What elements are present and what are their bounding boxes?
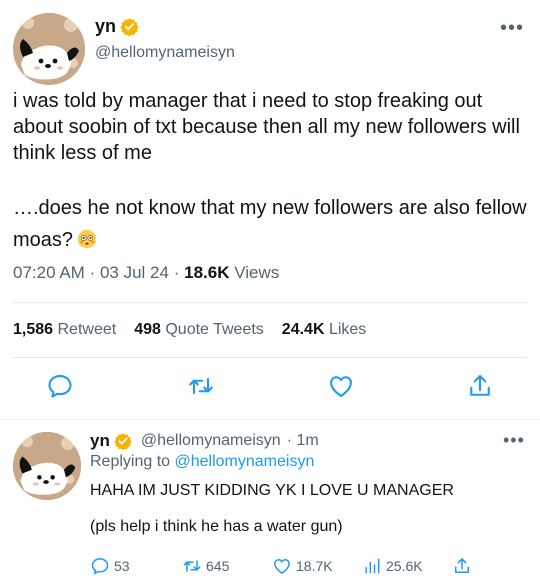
tweet-text-paragraph-2: ….does he not know that my new followers…	[13, 192, 533, 256]
main-tweet: yn @hellomynameisyn ••• i was told by ma…	[0, 0, 540, 420]
more-options-icon[interactable]: •••	[503, 430, 525, 451]
reply-header: yn @hellomynameisyn · 1m	[90, 431, 319, 451]
reply-actions: 53 645 18.7K 25.6K	[90, 556, 530, 580]
engagement-stats: 1,586 Retweet 498 Quote Tweets 24.4K Lik…	[13, 321, 366, 339]
reply-icon	[90, 556, 110, 576]
avatar[interactable]	[13, 13, 85, 85]
verified-badge-icon	[114, 432, 133, 451]
verified-badge-icon	[120, 17, 139, 37]
replying-to-label: Replying to	[90, 453, 171, 470]
reply-text-line-1: HAHA IM JUST KIDDING YK I LOVE U MANAGER	[90, 482, 454, 499]
author-handle[interactable]: @hellomynameisyn	[95, 44, 235, 62]
author-name-row: yn	[95, 16, 139, 37]
reply-author-handle[interactable]: @hellomynameisyn	[141, 432, 281, 450]
reply-text-line-2: (pls help i think he has a water gun)	[90, 518, 343, 535]
tweet-time[interactable]: 07:20 AM	[13, 263, 85, 282]
quotes-count: 498	[134, 321, 161, 338]
reply-reply-button[interactable]: 53	[90, 556, 130, 576]
divider	[13, 302, 527, 303]
views-count: 25.6K	[386, 558, 423, 574]
replying-to-handle[interactable]: @hellomynameisyn	[175, 453, 315, 470]
meta-separator: ·	[173, 263, 180, 282]
reply-author-name[interactable]: yn	[90, 431, 110, 451]
author-name[interactable]: yn	[95, 16, 116, 37]
quotes-label: Quote Tweets	[165, 321, 264, 338]
more-options-icon[interactable]: •••	[500, 18, 524, 38]
tweet-date[interactable]: 03 Jul 24	[100, 263, 169, 282]
like-icon	[272, 556, 292, 576]
divider	[13, 357, 527, 358]
likes-label: Likes	[328, 321, 367, 338]
views-count[interactable]: 18.6K	[184, 263, 229, 282]
like-icon[interactable]	[327, 372, 355, 400]
quotes-stat[interactable]: 498 Quote Tweets	[134, 321, 264, 339]
retweets-count: 1,586	[13, 321, 54, 338]
reply-icon[interactable]	[46, 372, 74, 400]
views-icon	[362, 556, 382, 576]
tweet-actions	[0, 372, 540, 406]
tweet-meta: 07:20 AM · 03 Jul 24 · 18.6K Views	[13, 263, 279, 283]
views-label: Views	[234, 263, 280, 282]
avatar-image	[13, 432, 81, 500]
reply-like-button[interactable]: 18.7K	[272, 556, 333, 576]
avatar-image	[13, 13, 85, 85]
share-icon[interactable]	[466, 372, 494, 400]
tweet-text-paragraph-1: i was told by manager that i need to sto…	[13, 90, 520, 164]
retweet-icon[interactable]	[187, 372, 215, 400]
retweets-label: Retweet	[57, 321, 117, 338]
reply-share-button[interactable]	[452, 556, 472, 576]
tweet-text: i was told by manager that i need to sto…	[13, 88, 533, 256]
meta-separator: ·	[89, 263, 96, 282]
likes-stat[interactable]: 24.4K Likes	[282, 321, 367, 339]
reply-retweet-button[interactable]: 645	[182, 556, 229, 576]
likes-count: 18.7K	[296, 558, 333, 574]
share-icon	[452, 556, 472, 576]
avatar[interactable]	[13, 432, 81, 500]
reply-tweet: yn @hellomynameisyn · 1m ••• Replying to…	[0, 420, 540, 588]
retweets-stat[interactable]: 1,586 Retweet	[13, 321, 116, 339]
likes-count: 24.4K	[281, 321, 325, 338]
retweets-count: 645	[206, 558, 230, 574]
reply-time[interactable]: · 1m	[287, 432, 319, 450]
reply-views-button[interactable]: 25.6K	[362, 556, 423, 576]
retweet-icon	[182, 556, 202, 576]
replies-count: 53	[114, 558, 130, 574]
flushed-face-icon	[77, 227, 97, 249]
replying-to: Replying to @hellomynameisyn	[90, 453, 314, 471]
